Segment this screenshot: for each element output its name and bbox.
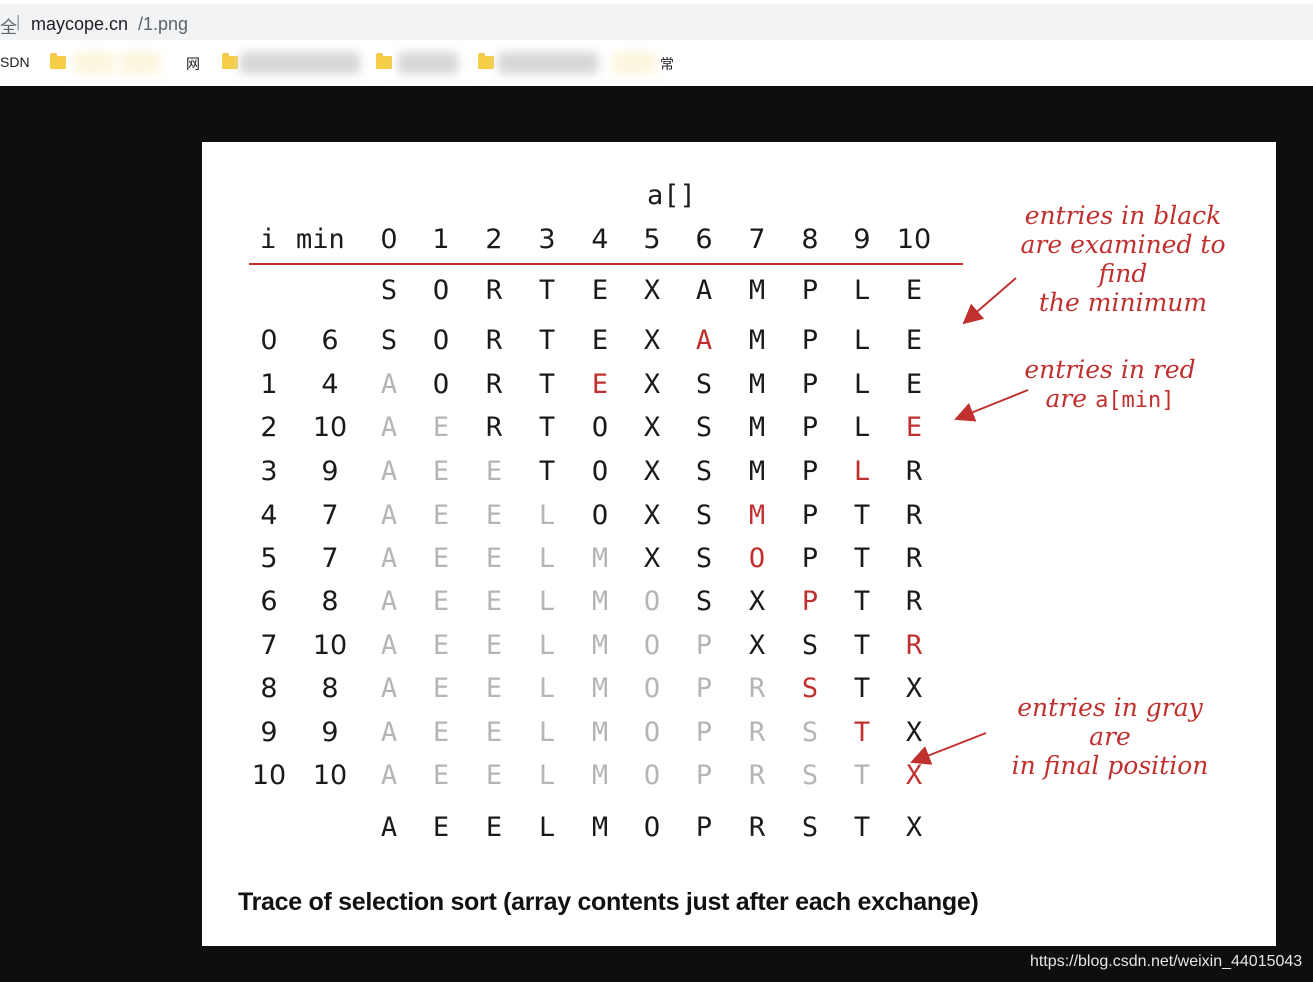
watermark: https://blog.csdn.net/weixin_44015043 bbox=[1030, 953, 1303, 970]
bookmark-redacted[interactable] bbox=[398, 52, 458, 74]
folder-icon[interactable] bbox=[222, 53, 238, 69]
bookmark-redacted[interactable] bbox=[74, 52, 114, 74]
selection-sort-figure: a[] i min 0 1 2 3 4 5 6 7 8 9 10 SORTEXAMPLE06SORT… bbox=[202, 142, 1276, 946]
folder-icon[interactable] bbox=[376, 53, 392, 69]
bookmark-redacted[interactable] bbox=[498, 52, 598, 74]
bookmark-web[interactable]: 网 bbox=[186, 54, 200, 74]
bookmark-redacted[interactable] bbox=[240, 52, 360, 74]
address-bar[interactable]: 全 | maycope.cn /1.png bbox=[0, 4, 1313, 40]
arrow-gray bbox=[910, 732, 987, 765]
bookmark-redacted[interactable] bbox=[612, 52, 656, 74]
bookmark-csdn[interactable]: SDN bbox=[0, 54, 30, 70]
bookmark-redacted[interactable] bbox=[120, 52, 160, 74]
browser-chrome: 全 | maycope.cn /1.png SDN 网 常 bbox=[0, 0, 1313, 86]
annotation-arrows bbox=[910, 277, 1029, 765]
figure-caption: Trace of selection sort (array contents … bbox=[238, 888, 979, 916]
bookmarks-bar: SDN 网 常 bbox=[0, 44, 1313, 84]
address-separator: | bbox=[16, 12, 21, 31]
url-path[interactable]: /1.png bbox=[138, 14, 188, 35]
url-domain[interactable]: maycope.cn bbox=[31, 14, 128, 35]
bookmark-common[interactable]: 常 bbox=[660, 54, 674, 74]
arrow-red bbox=[954, 389, 1029, 422]
folder-icon[interactable] bbox=[478, 53, 494, 69]
arrow-black bbox=[962, 277, 1017, 325]
folder-icon[interactable] bbox=[50, 53, 66, 69]
security-indicator[interactable]: 全 bbox=[0, 13, 17, 38]
